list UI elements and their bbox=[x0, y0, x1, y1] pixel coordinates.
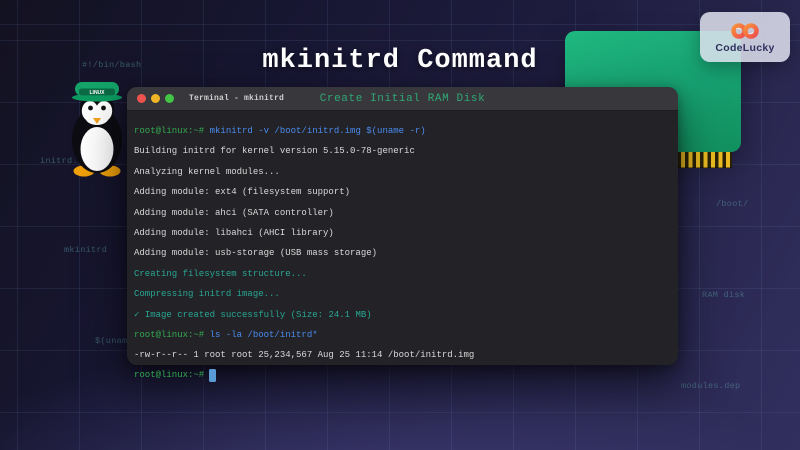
terminal-line: Compressing initrd image... bbox=[134, 284, 678, 304]
tux-penguin-illustration: LINUX bbox=[65, 78, 129, 178]
prompt-text: root@linux:~# bbox=[134, 370, 204, 380]
penguin-eye bbox=[101, 106, 106, 111]
terminal-line: Adding module: ahci (SATA controller) bbox=[134, 203, 678, 223]
terminal-line: Adding module: usb-storage (USB mass sto… bbox=[134, 243, 678, 263]
cap-label: LINUX bbox=[90, 90, 106, 96]
shell-command: ls -la /boot/initrd* bbox=[204, 330, 317, 340]
terminal-line: Creating filesystem structure... bbox=[134, 264, 678, 284]
minimize-button[interactable] bbox=[151, 94, 160, 103]
infinity-logo-icon bbox=[726, 21, 764, 41]
terminal-window: Terminal - mkinitrd Create Initial RAM D… bbox=[127, 87, 678, 365]
traffic-lights bbox=[137, 94, 179, 103]
zoom-button[interactable] bbox=[165, 94, 174, 103]
linux-cap: LINUX bbox=[72, 82, 122, 102]
terminal-titlebar: Terminal - mkinitrd Create Initial RAM D… bbox=[127, 87, 678, 111]
terminal-line: Building initrd for kernel version 5.15.… bbox=[134, 141, 678, 161]
background-label: /boot/ bbox=[716, 199, 748, 209]
background-label: modules.dep bbox=[681, 381, 740, 391]
terminal-line: ✓ Image created successfully (Size: 24.1… bbox=[134, 305, 678, 325]
window-subtitle: Create Initial RAM Disk bbox=[320, 93, 486, 105]
shell-prompt: root@linux:~# bbox=[134, 330, 204, 340]
terminal-line: root@linux:~# ls -la /boot/initrd* bbox=[134, 325, 678, 345]
shell-command: mkinitrd -v /boot/initrd.img $(uname -r) bbox=[204, 126, 425, 136]
terminal-line: -rw-r--r-- 1 root root 25,234,567 Aug 25… bbox=[134, 345, 678, 365]
brand-badge: CodeLucky bbox=[700, 12, 790, 62]
close-button[interactable] bbox=[137, 94, 146, 103]
background-label: RAM disk bbox=[702, 290, 745, 300]
terminal-line: Adding module: libahci (AHCI library) bbox=[134, 223, 678, 243]
terminal-lines[interactable]: root@linux:~# mkinitrd -v /boot/initrd.i… bbox=[127, 111, 678, 366]
terminal-line: Analyzing kernel modules... bbox=[134, 162, 678, 182]
terminal-line: root@linux:~# mkinitrd -v /boot/initrd.i… bbox=[134, 121, 678, 141]
window-title: Terminal - mkinitrd bbox=[189, 94, 284, 103]
penguin-eye bbox=[88, 106, 93, 111]
active-prompt[interactable]: root@linux:~# bbox=[134, 365, 216, 385]
shell-prompt: root@linux:~# bbox=[134, 126, 204, 136]
terminal-line: Adding module: ext4 (filesystem support) bbox=[134, 182, 678, 202]
text-cursor bbox=[209, 369, 216, 382]
background-label: mkinitrd bbox=[64, 245, 107, 255]
brand-name: CodeLucky bbox=[715, 42, 774, 54]
